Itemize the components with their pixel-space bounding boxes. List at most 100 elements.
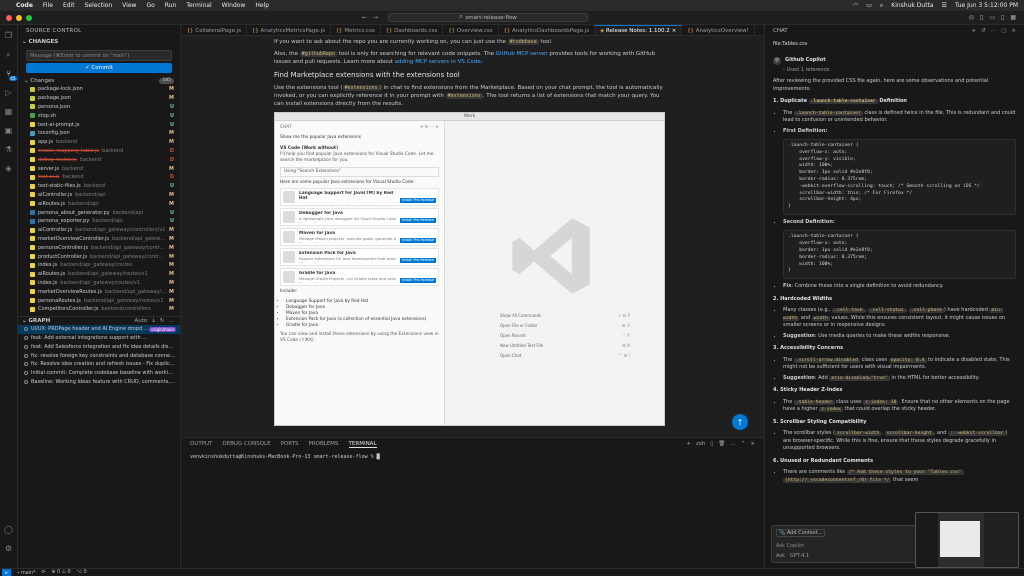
search-icon[interactable]: ⌕: [4, 50, 14, 60]
git-graph-icon[interactable]: ◈: [4, 164, 14, 174]
commit-row[interactable]: Baseline: Working Ideas feature with CRU…: [18, 378, 180, 387]
panel-tab-problems[interactable]: PROBLEMS: [309, 441, 339, 447]
editor-tab[interactable]: {} Overview.css: [443, 25, 499, 35]
changed-file-row[interactable]: aiController.js backend/api M: [18, 191, 180, 200]
panel-tab-output[interactable]: OUTPUT: [190, 441, 212, 447]
menu-file[interactable]: File: [43, 2, 53, 9]
changed-file-row[interactable]: test-ai-prompt.js U: [18, 120, 180, 129]
editor-tab[interactable]: {} AnalyticsOverview!: [682, 25, 755, 35]
add-context-button[interactable]: 📎 Add Context...: [776, 529, 826, 537]
commit-message-input[interactable]: Message (⌘Enter to commit on "main"): [26, 50, 172, 61]
maximize-panel-icon[interactable]: ⌃: [741, 441, 746, 447]
changed-file-row[interactable]: persona.json U: [18, 103, 180, 112]
close-icon[interactable]: ×: [672, 28, 677, 34]
battery-icon[interactable]: ▭: [866, 2, 872, 9]
commit-row[interactable]: fix: Resolve idea creation and refresh i…: [18, 360, 180, 369]
editor-tab[interactable]: {} Metrics.css: [331, 25, 381, 35]
more-icon[interactable]: …: [730, 441, 736, 447]
zoom-window-button[interactable]: [26, 14, 32, 21]
source-control-icon[interactable]: ⑂ 45: [4, 69, 17, 81]
commit-row[interactable]: feat: Add Salesforce integration and fix…: [18, 342, 180, 351]
menu-help[interactable]: Help: [255, 2, 269, 9]
explorer-icon[interactable]: ❐: [4, 31, 14, 41]
menu-view[interactable]: View: [122, 2, 136, 9]
editor-tab[interactable]: {} AnalyticsDashboardsPage.js: [499, 25, 596, 35]
changed-file-row[interactable]: stop.sh U: [18, 111, 180, 120]
changed-file-row[interactable]: personaRoutes.js backend/api_gateway/rout…: [18, 296, 180, 305]
testing-icon[interactable]: ⚗: [4, 145, 14, 155]
graph-auto-label[interactable]: Auto: [135, 318, 148, 324]
more-icon[interactable]: …: [169, 318, 175, 324]
command-center-search[interactable]: ⌕ smart-release-flow: [388, 13, 589, 22]
refresh-icon[interactable]: ↻: [160, 318, 165, 324]
changed-file-row[interactable]: debug-routes.js backend D: [18, 155, 180, 164]
changed-file-row[interactable]: marketOverviewController.js backend/api_g…: [18, 235, 180, 244]
close-panel-icon[interactable]: ×: [750, 441, 755, 447]
toggle-panel-icon[interactable]: ▭: [989, 14, 995, 21]
mcp-servers-link[interactable]: adding MCP servers in VS Code: [395, 59, 481, 65]
history-icon[interactable]: ↺: [981, 28, 986, 34]
changed-file-row[interactable]: index.js backend/api_gateway/routes M: [18, 261, 180, 270]
maximize-icon[interactable]: ▢: [1001, 28, 1006, 34]
copilot-icon[interactable]: ◎: [969, 14, 974, 21]
model-picker[interactable]: GPT-4.1: [790, 553, 809, 559]
remote-explorer-icon[interactable]: ▣: [4, 126, 14, 136]
branch-indicator[interactable]: ⑂ main*: [17, 570, 36, 576]
commit-row[interactable]: UI/UX: PRDPage header and AI Engine drop…: [18, 324, 180, 334]
changed-file-row[interactable]: server.js backend M: [18, 164, 180, 173]
scroll-to-top-button[interactable]: ↑: [732, 414, 748, 430]
changed-file-row[interactable]: aiController.js backend/api_gateway/contr…: [18, 226, 180, 235]
menubar-clock[interactable]: Tue Jun 3 5:12:00 PM: [955, 2, 1018, 9]
changes-section-header[interactable]: ⌄ CHANGES: [18, 37, 180, 47]
menubar-user[interactable]: Kinshuk Dutta: [891, 2, 933, 9]
github-mcp-link[interactable]: GitHub MCP server: [496, 51, 548, 57]
commit-row[interactable]: Initial commit: Complete codebase baseli…: [18, 369, 180, 378]
changes-group[interactable]: ⌄ Changes 185: [18, 76, 180, 85]
run-debug-icon[interactable]: ▷: [4, 88, 14, 98]
changed-file-row[interactable]: persona_about_generator.py backend/api U: [18, 208, 180, 217]
changed-file-row[interactable]: create_mapping_table.js backend D: [18, 147, 180, 156]
panel-tab-terminal[interactable]: TERMINAL: [348, 441, 377, 448]
changed-file-row[interactable]: app.js backend M: [18, 138, 180, 147]
code-block[interactable]: .launch-table-container { overflow-x: au…: [783, 230, 1016, 280]
customize-layout-icon[interactable]: ▦: [1010, 14, 1016, 21]
commit-row[interactable]: feat: Add external integrations support …: [18, 334, 180, 343]
menu-terminal[interactable]: Terminal: [186, 2, 211, 9]
screenshot-thumbnail-preview[interactable]: [915, 512, 1019, 568]
kill-terminal-icon[interactable]: 🗑: [718, 441, 725, 447]
fetch-icon[interactable]: ↓: [151, 318, 156, 324]
wifi-icon[interactable]: ◠: [853, 2, 858, 9]
ports-indicator[interactable]: ⌥ 0: [77, 570, 87, 575]
graph-section-header[interactable]: ⌄ GRAPH Auto ↓ ↻ …: [18, 315, 180, 325]
changed-file-row[interactable]: aiRoutes.js backend/api_gateway/routes/v1…: [18, 270, 180, 279]
remote-indicator[interactable]: ⫸: [2, 568, 11, 576]
editor-tab[interactable]: {} CollateralPage.js: [182, 25, 248, 35]
forward-arrow-icon[interactable]: →: [373, 14, 378, 21]
panel-tab-debug-console[interactable]: DEBUG CONSOLE: [222, 441, 270, 447]
changed-file-row[interactable]: CompetitorsController.js backend/controll…: [18, 305, 180, 314]
editor-tab[interactable]: {} AnalyticsMetricsPage.js: [247, 25, 331, 35]
toggle-secondary-sidebar-icon[interactable]: ▯: [1001, 14, 1004, 21]
minimize-window-button[interactable]: [16, 14, 22, 21]
changed-file-row[interactable]: persona_exporter.py backend/api U: [18, 217, 180, 226]
used-references[interactable]: › Used 1 reference: [783, 67, 1016, 75]
changed-file-row[interactable]: package.json M: [18, 94, 180, 103]
manage-gear-icon[interactable]: ⚙: [4, 544, 14, 554]
commit-button[interactable]: ✓ Commit: [26, 63, 172, 73]
problems-indicator[interactable]: ⊗ 0 ⚠ 0: [52, 570, 71, 575]
toggle-sidebar-icon[interactable]: ▯: [980, 14, 983, 21]
changed-file-row[interactable]: tsconfig.json M: [18, 129, 180, 138]
editor-tab[interactable]: ◈ Release Notes: 1.100.2 ×: [595, 25, 683, 35]
changed-file-row[interactable]: aiRoutes.js backend/api M: [18, 199, 180, 208]
menu-selection[interactable]: Selection: [85, 2, 113, 9]
new-chat-icon[interactable]: +: [971, 28, 976, 34]
search-icon[interactable]: ⌕: [880, 2, 883, 10]
changed-file-row[interactable]: index.js backend/api_gateway/routes/v1 M: [18, 279, 180, 288]
more-icon[interactable]: ⋯: [991, 28, 997, 34]
terminal-shell-label[interactable]: zsh: [696, 441, 705, 447]
menu-run[interactable]: Run: [165, 2, 177, 9]
menu-window[interactable]: Window: [222, 2, 246, 9]
split-terminal-icon[interactable]: ▯: [710, 441, 713, 447]
changed-file-row[interactable]: package-lock.json M: [18, 85, 180, 94]
chat-mode-picker[interactable]: Ask: [776, 553, 785, 559]
